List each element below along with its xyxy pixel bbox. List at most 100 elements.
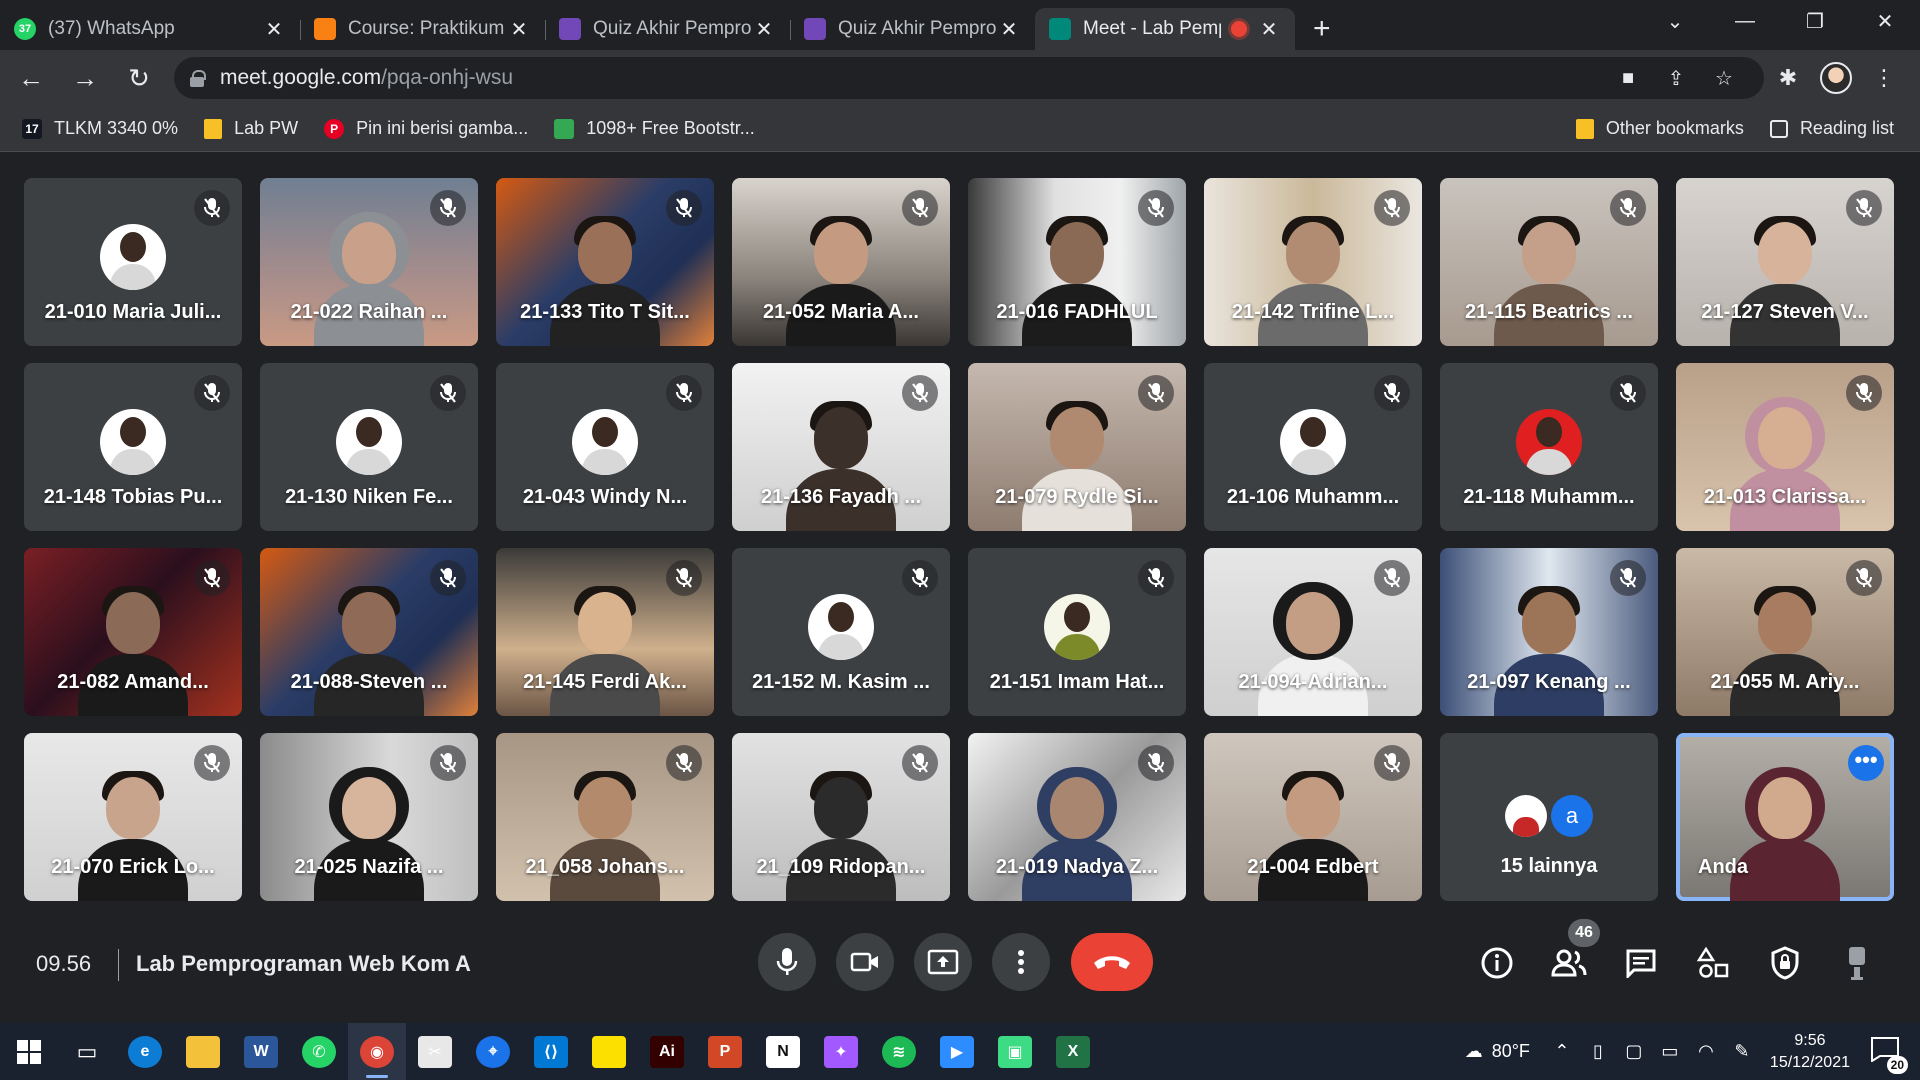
more-options-icon[interactable]: ••• bbox=[1848, 745, 1884, 781]
meeting-details-button[interactable] bbox=[1477, 943, 1517, 983]
participant-tile[interactable]: 21-151 Imam Hat... bbox=[968, 548, 1186, 716]
taskbar-app[interactable]: e bbox=[116, 1023, 174, 1080]
taskbar-app[interactable]: X bbox=[1044, 1023, 1102, 1080]
taskbar-app[interactable]: P bbox=[696, 1023, 754, 1080]
reload-button[interactable]: ↻ bbox=[116, 55, 162, 101]
more-options-button[interactable] bbox=[992, 933, 1050, 991]
participant-tile[interactable]: 21-013 Clarissa... bbox=[1676, 363, 1894, 531]
extensions-icon[interactable]: ✱ bbox=[1764, 65, 1812, 91]
participant-tile[interactable]: 21-097 Kenang ... bbox=[1440, 548, 1658, 716]
participant-tile[interactable]: 21-025 Nazifa ... bbox=[260, 733, 478, 901]
other-bookmarks[interactable]: Other bookmarks bbox=[1575, 118, 1744, 139]
profile-avatar[interactable] bbox=[1820, 62, 1852, 94]
activities-button[interactable] bbox=[1693, 943, 1733, 983]
participant-tile[interactable]: 21-130 Niken Fe... bbox=[260, 363, 478, 531]
participant-tile[interactable]: 21-019 Nadya Z... bbox=[968, 733, 1186, 901]
taskbar-app[interactable]: Ai bbox=[638, 1023, 696, 1080]
pen-icon[interactable]: ✎ bbox=[1724, 1041, 1760, 1062]
chat-button[interactable] bbox=[1621, 943, 1661, 983]
taskbar-app[interactable]: ◉ bbox=[348, 1023, 406, 1080]
display-icon[interactable]: ▢ bbox=[1616, 1041, 1652, 1062]
participant-tile[interactable]: 21-052 Maria A... bbox=[732, 178, 950, 346]
camera-in-use-icon[interactable]: ■ bbox=[1604, 67, 1652, 90]
taskbar-app[interactable]: ✦ bbox=[812, 1023, 870, 1080]
taskbar-app[interactable]: ✆ bbox=[290, 1023, 348, 1080]
participant-tile[interactable]: 21-094-Adrian... bbox=[1204, 548, 1422, 716]
participant-tile[interactable]: 21-055 M. Ariy... bbox=[1676, 548, 1894, 716]
new-tab-button[interactable]: + bbox=[1313, 8, 1331, 50]
participant-tile[interactable]: 21_058 Johans... bbox=[496, 733, 714, 901]
leave-call-button[interactable] bbox=[1071, 933, 1153, 991]
companion-button[interactable] bbox=[1837, 943, 1877, 983]
participant-tile[interactable]: 21-133 Tito T Sit... bbox=[496, 178, 714, 346]
participant-tile[interactable]: 21-043 Windy N... bbox=[496, 363, 714, 531]
participant-tile[interactable]: 21-070 Erick Lo... bbox=[24, 733, 242, 901]
participant-tile[interactable]: 21-088-Steven ... bbox=[260, 548, 478, 716]
browser-tab[interactable]: Meet - Lab Pemprogr ✕ bbox=[1035, 8, 1295, 50]
bookmark-item[interactable]: P Pin ini berisi gamba... bbox=[324, 118, 528, 139]
participant-tile[interactable]: 21_109 Ridopan... bbox=[732, 733, 950, 901]
browser-menu-icon[interactable]: ⋮ bbox=[1860, 65, 1908, 91]
address-bar[interactable]: meet.google.com /pqa-onhj-wsu ■ ⇪ ☆ bbox=[174, 57, 1764, 99]
participant-tile[interactable]: 21-010 Maria Juli... bbox=[24, 178, 242, 346]
bookmark-item[interactable]: 17 TLKM 3340 0% bbox=[22, 118, 178, 139]
taskbar-app[interactable]: ▭ bbox=[58, 1023, 116, 1080]
taskbar-app[interactable]: ▶ bbox=[928, 1023, 986, 1080]
notifications-button[interactable]: 20 bbox=[1866, 1032, 1908, 1074]
participant-tile[interactable]: 21-148 Tobias Pu... bbox=[24, 363, 242, 531]
browser-tab[interactable]: Quiz Akhir Pemprograma✕ bbox=[790, 8, 1035, 50]
participant-tile[interactable]: 21-142 Trifine L... bbox=[1204, 178, 1422, 346]
close-tab-icon[interactable]: ✕ bbox=[507, 17, 531, 42]
present-screen-button[interactable] bbox=[914, 933, 972, 991]
lock-icon[interactable] bbox=[190, 70, 206, 87]
participant-tile[interactable]: 21-115 Beatrics ... bbox=[1440, 178, 1658, 346]
close-tab-icon[interactable]: ✕ bbox=[1257, 17, 1281, 42]
taskbar-app[interactable]: ⌖ bbox=[464, 1023, 522, 1080]
browser-tab[interactable]: Course: Praktikum Pemrog✕ bbox=[300, 8, 545, 50]
forward-button[interactable]: → bbox=[62, 55, 108, 101]
participant-tile[interactable]: 21-152 M. Kasim ... bbox=[732, 548, 950, 716]
taskbar-app[interactable]: ≋ bbox=[870, 1023, 928, 1080]
share-icon[interactable]: ⇪ bbox=[1652, 66, 1700, 91]
browser-tab[interactable]: 37 (37) WhatsApp ✕ bbox=[0, 8, 300, 50]
taskbar-app[interactable]: ⟨⟩ bbox=[522, 1023, 580, 1080]
device-icon[interactable]: ▯ bbox=[1580, 1041, 1616, 1062]
microphone-button[interactable] bbox=[758, 933, 816, 991]
participant-tile[interactable]: 21-082 Amand... bbox=[24, 548, 242, 716]
bookmark-item[interactable]: 1098+ Free Bootstr... bbox=[554, 118, 755, 139]
taskbar-app[interactable] bbox=[174, 1023, 232, 1080]
minimize-button[interactable]: — bbox=[1710, 0, 1780, 42]
reading-list[interactable]: Reading list bbox=[1769, 118, 1894, 139]
participant-tile[interactable]: 21-022 Raihan ... bbox=[260, 178, 478, 346]
restore-button[interactable]: ❐ bbox=[1780, 0, 1850, 42]
camera-button[interactable] bbox=[836, 933, 894, 991]
taskbar-app[interactable]: W bbox=[232, 1023, 290, 1080]
tab-search-icon[interactable]: ⌄ bbox=[1640, 0, 1710, 42]
weather-temperature[interactable]: 80°F bbox=[1492, 1041, 1530, 1062]
wifi-icon[interactable]: ◠ bbox=[1688, 1041, 1724, 1062]
close-tab-icon[interactable]: ✕ bbox=[262, 17, 286, 42]
close-tab-icon[interactable]: ✕ bbox=[997, 17, 1021, 42]
taskbar-app[interactable]: ▣ bbox=[986, 1023, 1044, 1080]
host-controls-button[interactable] bbox=[1765, 943, 1805, 983]
participant-tile[interactable]: 21-118 Muhamm... bbox=[1440, 363, 1658, 531]
cloud-weather-icon[interactable]: ☁ bbox=[1456, 1041, 1492, 1062]
bookmark-item[interactable]: Lab PW bbox=[204, 118, 298, 139]
system-clock[interactable]: 9:56 15/12/2021 bbox=[1770, 1030, 1850, 1074]
taskbar-app[interactable]: ✂ bbox=[406, 1023, 464, 1080]
close-tab-icon[interactable]: ✕ bbox=[752, 17, 776, 42]
battery-icon[interactable]: ▭ bbox=[1652, 1041, 1688, 1062]
bookmark-star-icon[interactable]: ☆ bbox=[1700, 66, 1748, 91]
people-button[interactable] bbox=[1549, 943, 1589, 983]
browser-tab[interactable]: Quiz Akhir Pemprograma✕ bbox=[545, 8, 790, 50]
participant-tile[interactable]: 21-127 Steven V... bbox=[1676, 178, 1894, 346]
participant-tile[interactable]: 21-079 Rydle Si... bbox=[968, 363, 1186, 531]
back-button[interactable]: ← bbox=[8, 55, 54, 101]
taskbar-app[interactable]: N bbox=[754, 1023, 812, 1080]
participant-tile[interactable]: 21-136 Fayadh ... bbox=[732, 363, 950, 531]
self-view-tile[interactable]: ••• Anda bbox=[1676, 733, 1894, 901]
participant-tile[interactable]: 21-016 FADHLUL bbox=[968, 178, 1186, 346]
close-window-button[interactable]: ✕ bbox=[1850, 0, 1920, 42]
more-participants-tile[interactable]: a 15 lainnya bbox=[1440, 733, 1658, 901]
taskbar-app[interactable] bbox=[580, 1023, 638, 1080]
